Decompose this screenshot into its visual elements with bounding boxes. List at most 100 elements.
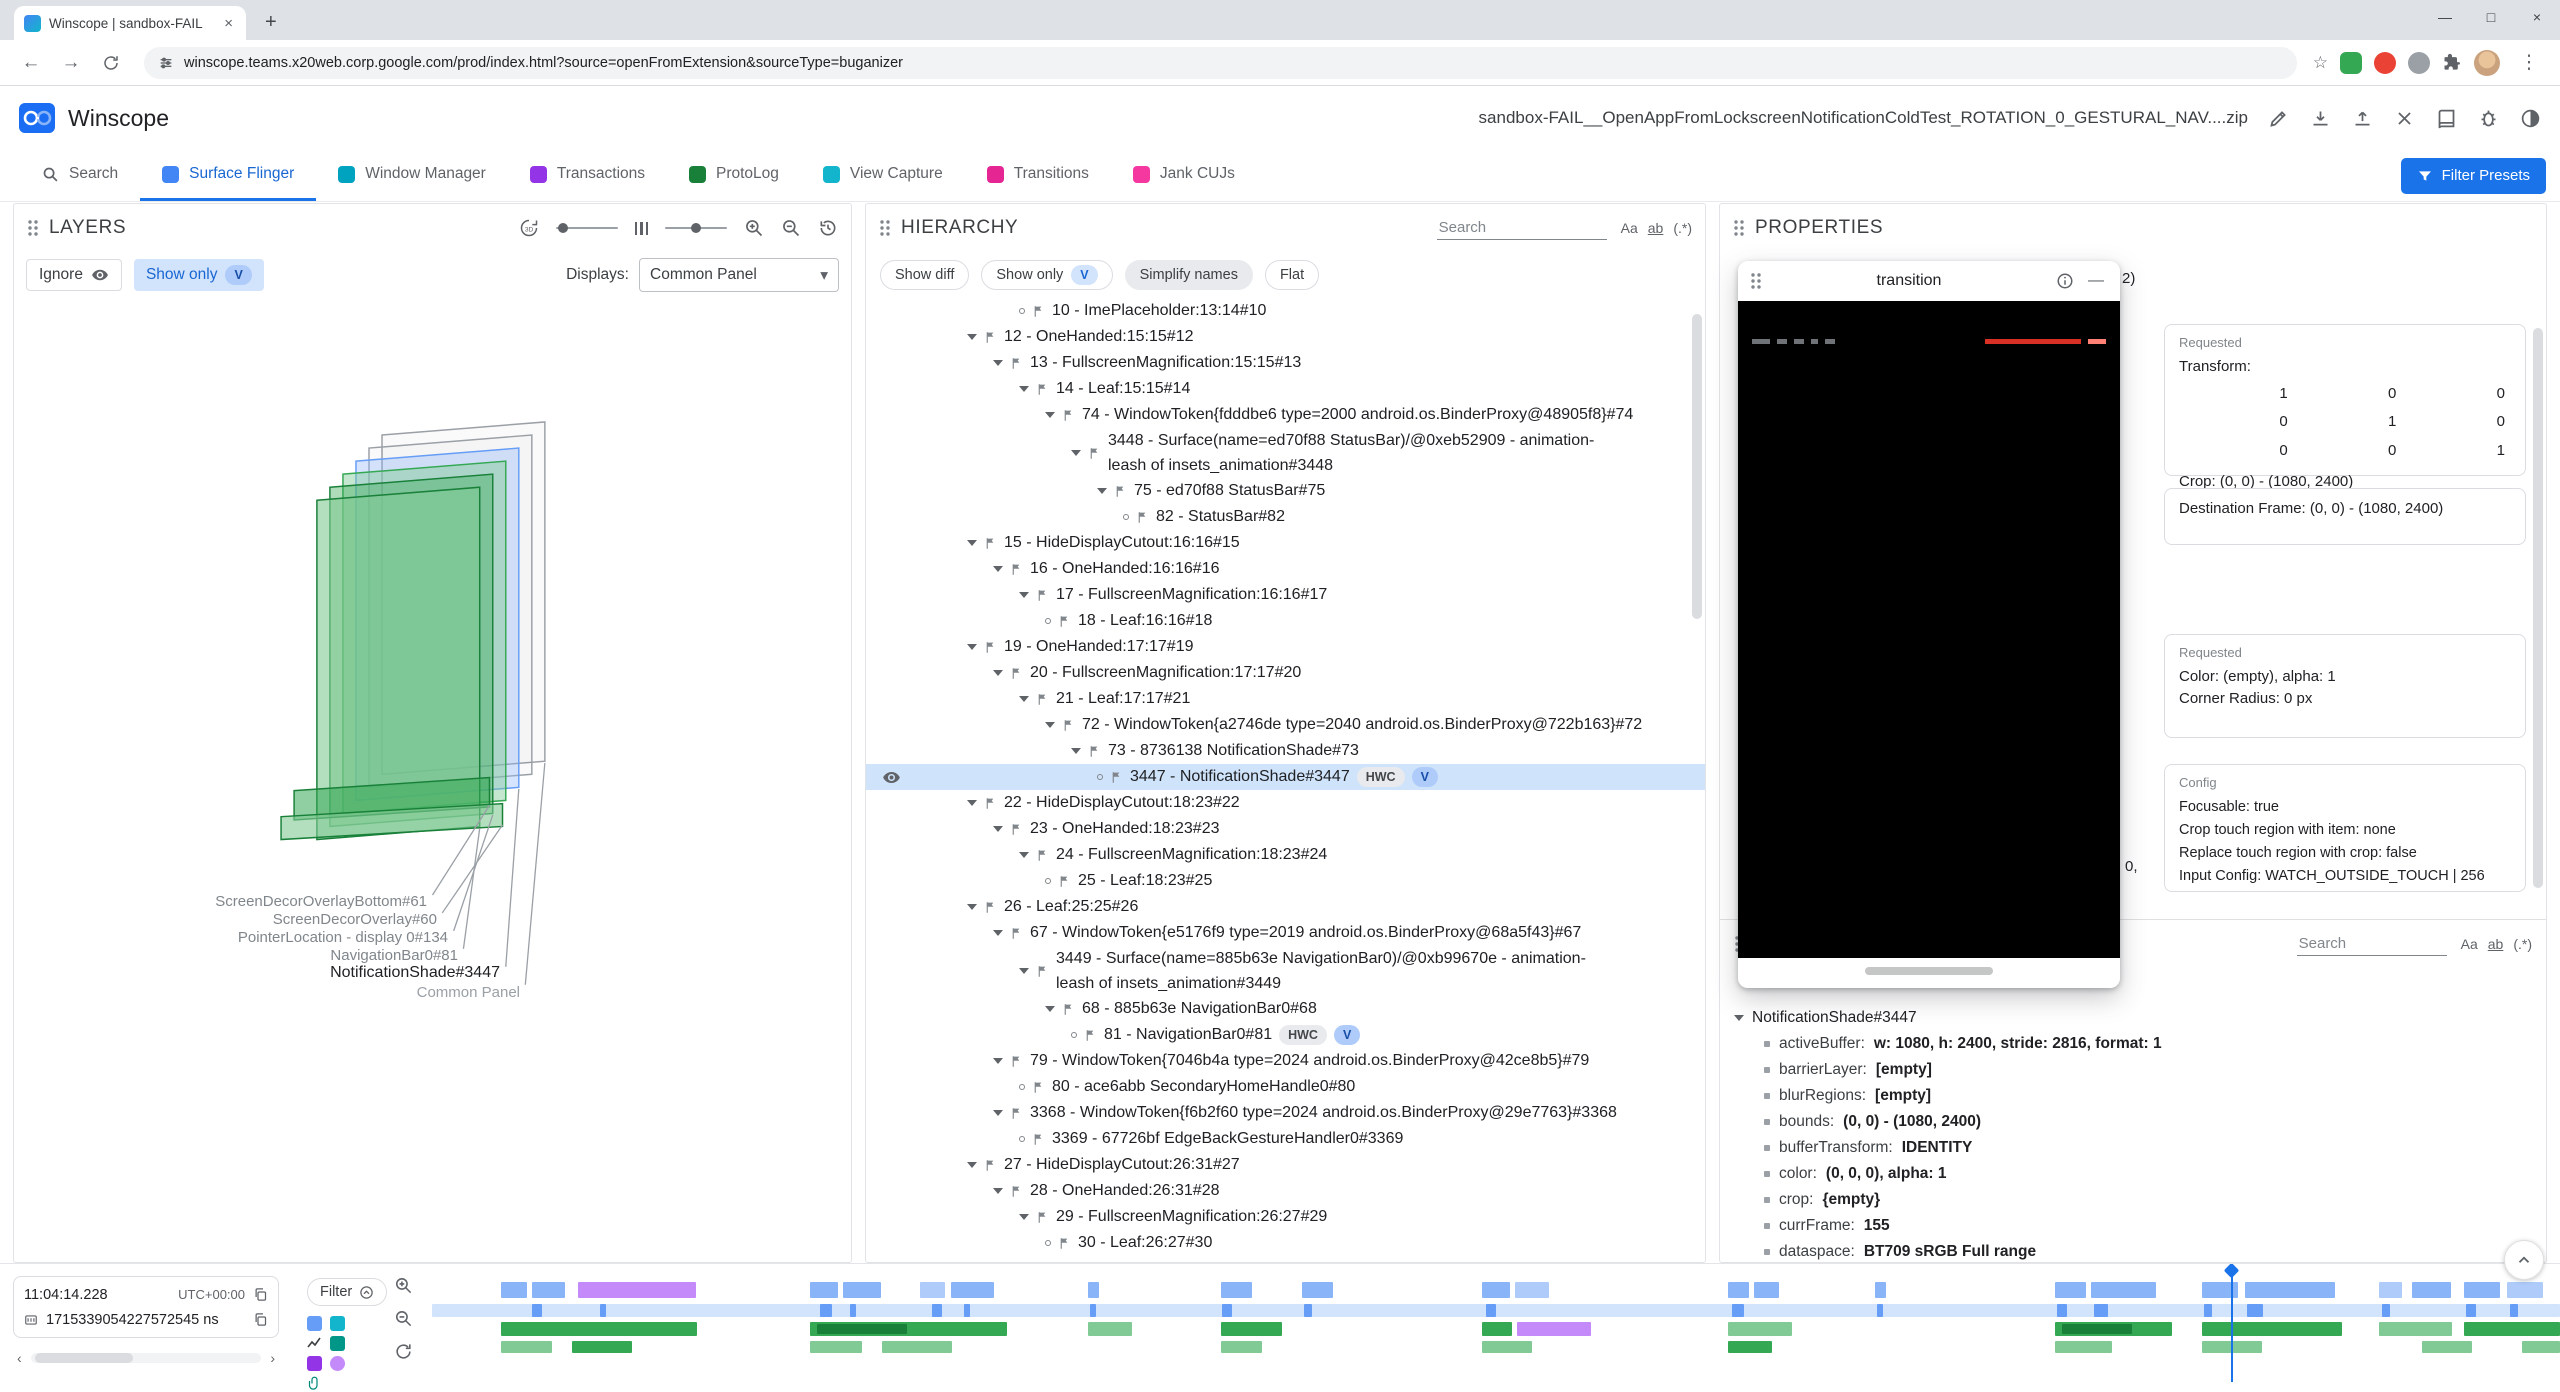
hierarchy-node[interactable]: 26 - Leaf:25:25#26: [866, 894, 1705, 920]
trace-segment[interactable]: [2507, 1282, 2543, 1298]
window-maximize-icon[interactable]: □: [2468, 0, 2514, 34]
hierarchy-node[interactable]: 3448 - Surface(name=ed70f88 StatusBar)/@…: [866, 428, 1705, 478]
match-word-icon[interactable]: ab: [2488, 936, 2504, 952]
new-tab-button[interactable]: +: [256, 9, 286, 36]
hierarchy-node[interactable]: 30 - Leaf:26:27#30: [866, 1230, 1705, 1256]
hierarchy-node[interactable]: 3368 - WindowToken{f6b2f60 type=2024 and…: [866, 1100, 1705, 1126]
show-diff-button[interactable]: Show diff: [880, 260, 969, 290]
trace-segment[interactable]: [2202, 1322, 2342, 1336]
mini-scroll-track[interactable]: [31, 1353, 262, 1363]
expand-arrow-icon[interactable]: [993, 360, 1003, 366]
expand-arrow-icon[interactable]: [1019, 592, 1029, 598]
property-row[interactable]: blurRegions:[empty]: [1720, 1083, 2546, 1109]
trace-segment[interactable]: [810, 1282, 838, 1298]
trace-segment[interactable]: [1728, 1322, 1792, 1336]
expand-arrow-icon[interactable]: [993, 566, 1003, 572]
report-bug-icon[interactable]: [2476, 106, 2500, 130]
hierarchy-node[interactable]: 21 - Leaf:17:17#21: [866, 686, 1705, 712]
zoom-out-icon[interactable]: [781, 218, 801, 238]
hierarchy-node[interactable]: 72 - WindowToken{a2746de type=2040 andro…: [866, 712, 1705, 738]
hierarchy-node[interactable]: 22 - HideDisplayCutout:18:23#22: [866, 790, 1705, 816]
filter-presets-button[interactable]: Filter Presets: [2401, 158, 2546, 194]
properties-scrollbar[interactable]: [2533, 328, 2543, 888]
hierarchy-node[interactable]: 28 - OneHanded:26:31#28: [866, 1178, 1705, 1204]
bookmark-star-icon[interactable]: ☆: [2313, 53, 2328, 73]
show-only-visible-button[interactable]: Show only V: [981, 260, 1112, 290]
hierarchy-node[interactable]: 3369 - 67726bf EdgeBackGestureHandler0#3…: [866, 1126, 1705, 1152]
simplify-names-button[interactable]: Simplify names: [1125, 260, 1253, 290]
expand-arrow-icon[interactable]: [1045, 722, 1055, 728]
trace-segment[interactable]: [2466, 1304, 2476, 1317]
trace-segment[interactable]: [1732, 1304, 1744, 1317]
trace-segment[interactable]: [600, 1304, 606, 1317]
expand-arrow-icon[interactable]: [1071, 748, 1081, 754]
rotation-slider[interactable]: [556, 227, 618, 229]
cuj-trace-icon[interactable]: [330, 1356, 345, 1371]
layer-label[interactable]: PointerLocation - display 0#134: [238, 929, 448, 946]
property-row[interactable]: bufferTransform:IDENTITY: [1720, 1135, 2546, 1161]
trace-segment[interactable]: [2204, 1304, 2212, 1317]
extension-green-icon[interactable]: [2340, 52, 2362, 74]
expand-arrow-icon[interactable]: [967, 540, 977, 546]
expand-arrow-icon[interactable]: [1045, 412, 1055, 418]
trace-segment[interactable]: [1088, 1322, 1132, 1336]
dark-mode-icon[interactable]: [2518, 106, 2542, 130]
copy-icon[interactable]: [253, 1312, 268, 1327]
hierarchy-node[interactable]: 15 - HideDisplayCutout:16:16#15: [866, 530, 1705, 556]
trace-segment[interactable]: [1090, 1304, 1096, 1317]
hierarchy-node[interactable]: 18 - Leaf:16:16#18: [866, 608, 1705, 634]
trace-segment[interactable]: [501, 1282, 527, 1298]
transition-window-titlebar[interactable]: transition —: [1738, 261, 2120, 301]
timeline-zoom-out-icon[interactable]: [394, 1309, 413, 1328]
documentation-book-icon[interactable]: [2434, 106, 2458, 130]
tab-protolog[interactable]: ProtoLog: [667, 150, 801, 201]
hierarchy-node[interactable]: 67 - WindowToken{e5176f9 type=2019 andro…: [866, 920, 1705, 946]
trace-segment[interactable]: [920, 1282, 945, 1298]
expand-arrow-icon[interactable]: [1019, 696, 1029, 702]
property-row[interactable]: crop:{empty}: [1720, 1187, 2546, 1213]
trace-segment[interactable]: [572, 1341, 632, 1353]
trace-segment[interactable]: [2055, 1341, 2112, 1353]
hierarchy-node[interactable]: 17 - FullscreenMagnification:16:16#17: [866, 582, 1705, 608]
layer-label[interactable]: Common Panel: [417, 984, 520, 1001]
trace-segment[interactable]: [501, 1322, 697, 1336]
edit-icon[interactable]: [2266, 106, 2290, 130]
trace-segment[interactable]: [882, 1341, 952, 1353]
trace-segment[interactable]: [1304, 1304, 1312, 1317]
hierarchy-node[interactable]: 27 - HideDisplayCutout:26:31#27: [866, 1152, 1705, 1178]
expand-arrow-icon[interactable]: [967, 904, 977, 910]
hierarchy-node[interactable]: 79 - WindowToken{7046b4a type=2024 andro…: [866, 1048, 1705, 1074]
property-row[interactable]: bounds:(0, 0) - (1080, 2400): [1720, 1109, 2546, 1135]
expand-arrow-icon[interactable]: [993, 930, 1003, 936]
trace-segment[interactable]: [2464, 1322, 2560, 1336]
expand-arrow-icon[interactable]: [1019, 968, 1029, 974]
layers-3d-canvas[interactable]: ScreenDecorOverlayBottom#61ScreenDecorOv…: [14, 298, 851, 1262]
browser-tab[interactable]: Winscope | sandbox-FAIL ×: [14, 6, 246, 40]
trace-segment[interactable]: [2247, 1304, 2263, 1317]
trace-segment[interactable]: [2382, 1304, 2390, 1317]
trace-segment[interactable]: [1486, 1304, 1496, 1317]
copy-icon[interactable]: [253, 1287, 268, 1302]
property-row[interactable]: activeBuffer:w: 1080, h: 2400, stride: 2…: [1720, 1031, 2546, 1057]
trace-segment[interactable]: [1482, 1322, 1512, 1336]
site-info-icon[interactable]: [158, 55, 174, 71]
trace-segment[interactable]: [1877, 1304, 1883, 1317]
trace-segment[interactable]: [1754, 1282, 1779, 1298]
trace-segment[interactable]: [2522, 1341, 2560, 1353]
match-case-icon[interactable]: Aa: [1621, 220, 1638, 236]
hierarchy-node[interactable]: 81 - NavigationBar0#81HWCV: [866, 1022, 1705, 1048]
trace-segment[interactable]: [532, 1304, 542, 1317]
reset-view-icon[interactable]: [818, 218, 838, 238]
hierarchy-node[interactable]: 29 - FullscreenMagnification:26:27#29: [866, 1204, 1705, 1230]
tab-close-icon[interactable]: ×: [221, 15, 236, 32]
displays-select[interactable]: Common Panel ▾: [639, 258, 839, 292]
trace-segment[interactable]: [1221, 1322, 1282, 1336]
expand-arrow-icon[interactable]: [967, 334, 977, 340]
hierarchy-node[interactable]: 16 - OneHanded:16:16#16: [866, 556, 1705, 582]
extension-gray-icon[interactable]: [2408, 52, 2430, 74]
url-bar[interactable]: winscope.teams.x20web.corp.google.com/pr…: [144, 47, 2297, 79]
trace-segment[interactable]: [810, 1341, 862, 1353]
expand-arrow-icon[interactable]: [1734, 1015, 1744, 1021]
hierarchy-node[interactable]: 25 - Leaf:18:23#25: [866, 868, 1705, 894]
trace-segment[interactable]: [2062, 1324, 2132, 1334]
